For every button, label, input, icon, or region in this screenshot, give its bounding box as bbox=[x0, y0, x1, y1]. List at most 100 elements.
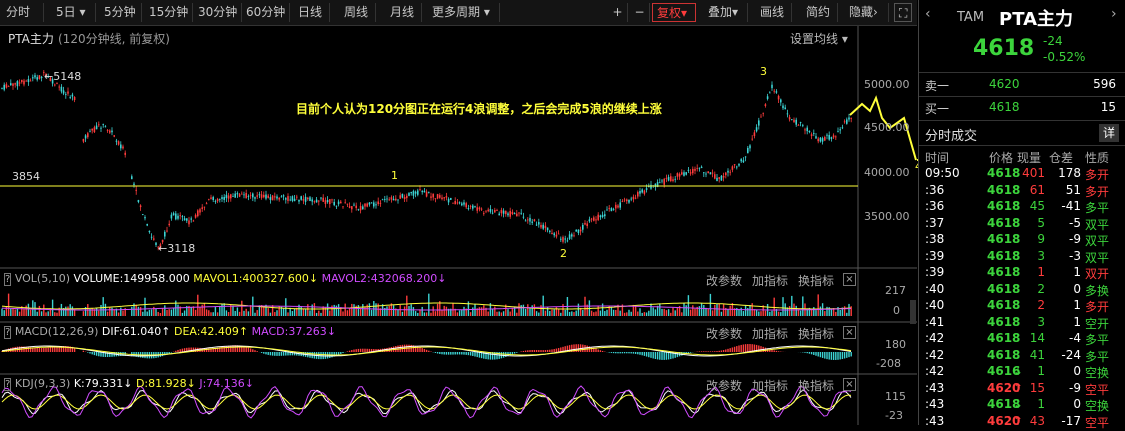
volume-bar bbox=[235, 311, 236, 316]
volume-bar bbox=[406, 296, 407, 316]
volume-bar bbox=[831, 309, 832, 316]
trade-row: :43462015-9空平↑ bbox=[919, 381, 1125, 398]
volume-bar bbox=[250, 305, 251, 316]
candle-body bbox=[109, 131, 111, 133]
kdj-change-params-button[interactable]: 改参数 bbox=[706, 377, 742, 394]
candle-body bbox=[490, 209, 492, 212]
macd-change-params-button[interactable]: 改参数 bbox=[706, 325, 742, 342]
candle-body bbox=[503, 211, 505, 214]
trade-row: :41461831空开 bbox=[919, 315, 1125, 332]
trade-time: :38 bbox=[925, 232, 944, 246]
volume-bar bbox=[655, 309, 656, 316]
candle-body bbox=[366, 203, 368, 206]
trade-oi-change: 0 bbox=[1047, 397, 1081, 411]
macd-bar bbox=[362, 349, 363, 352]
candle-body bbox=[261, 194, 263, 197]
candle-body bbox=[408, 193, 410, 196]
volume-bar bbox=[710, 294, 711, 316]
collapse-icon[interactable]: ? bbox=[4, 326, 11, 339]
macd-bar bbox=[39, 348, 40, 352]
next-symbol-icon[interactable]: › bbox=[1111, 6, 1117, 22]
macd-bar bbox=[578, 344, 579, 352]
volume-bar bbox=[408, 306, 409, 316]
macd-swap-indicator-button[interactable]: 换指标 bbox=[798, 325, 834, 342]
macd-bar bbox=[723, 350, 724, 352]
candle-body bbox=[153, 238, 155, 239]
kline-chart[interactable] bbox=[0, 0, 917, 425]
close-icon[interactable]: × bbox=[843, 378, 856, 391]
close-icon[interactable]: × bbox=[843, 273, 856, 286]
chevron-down-icon: ▾ bbox=[842, 32, 848, 46]
macd-add-indicator-button[interactable]: 加指标 bbox=[752, 325, 788, 342]
candle-body bbox=[824, 137, 826, 140]
candle-body bbox=[87, 133, 89, 137]
trade-volume: 1 bbox=[1019, 265, 1045, 279]
macd-bar bbox=[180, 349, 181, 352]
macd-bar bbox=[804, 352, 805, 353]
volume-bar bbox=[523, 305, 524, 316]
vol-change-params-button[interactable]: 改参数 bbox=[706, 272, 742, 289]
candle-body bbox=[569, 234, 571, 238]
candle-body bbox=[690, 172, 692, 173]
volume-bar bbox=[661, 309, 662, 316]
macd-bar bbox=[829, 352, 830, 360]
trade-volume: 2 bbox=[1019, 282, 1045, 296]
volume-bar bbox=[521, 305, 522, 316]
macd-bar bbox=[450, 352, 451, 355]
collapse-icon[interactable]: ? bbox=[4, 273, 11, 286]
trade-volume: 41 bbox=[1019, 348, 1045, 362]
candle-body bbox=[397, 200, 399, 201]
ma-settings-button[interactable]: 设置均线 ▾ bbox=[790, 30, 848, 47]
volume-bar bbox=[558, 309, 559, 316]
candle-body bbox=[754, 132, 756, 136]
volume-bar bbox=[215, 307, 216, 316]
volume-bar bbox=[197, 295, 198, 316]
macd-name: MACD(12,26,9) bbox=[15, 325, 99, 338]
candle-body bbox=[509, 211, 511, 217]
macd-bar bbox=[34, 348, 35, 352]
kdj-swap-indicator-button[interactable]: 换指标 bbox=[798, 377, 834, 394]
candle-body bbox=[212, 197, 214, 200]
candle-body bbox=[305, 197, 307, 202]
vol-swap-indicator-button[interactable]: 换指标 bbox=[798, 272, 834, 289]
volume-bar bbox=[334, 305, 335, 316]
trades-detail-button[interactable]: 详 bbox=[1099, 124, 1119, 142]
candle-body bbox=[65, 94, 67, 95]
macd-bar bbox=[441, 352, 442, 354]
kdj-add-indicator-button[interactable]: 加指标 bbox=[752, 377, 788, 394]
candle-body bbox=[740, 159, 742, 161]
volume-bar bbox=[637, 312, 638, 316]
macd-bar bbox=[100, 352, 101, 357]
macd-bar bbox=[270, 352, 271, 355]
candle-body bbox=[54, 85, 56, 86]
macd-bar bbox=[281, 352, 282, 356]
candle-body bbox=[254, 197, 256, 199]
candle-body bbox=[415, 192, 417, 194]
candle-body bbox=[850, 118, 852, 119]
macd-bar bbox=[340, 352, 341, 354]
close-icon[interactable]: × bbox=[843, 326, 856, 339]
volume-bar bbox=[681, 312, 682, 316]
volume-bar bbox=[562, 304, 563, 316]
high-price-value: 5148 bbox=[53, 70, 81, 83]
candle-body bbox=[239, 194, 241, 196]
candle-body bbox=[215, 201, 217, 202]
volume-bar bbox=[433, 306, 434, 316]
trade-oi-change: -17 bbox=[1047, 414, 1081, 428]
macd-bar bbox=[613, 352, 614, 353]
candle-body bbox=[452, 203, 454, 204]
trade-nature: 空平 bbox=[1085, 414, 1109, 431]
volume-bar bbox=[219, 306, 220, 316]
macd-bar bbox=[45, 348, 46, 352]
volume-bar bbox=[15, 309, 16, 316]
macd-bar bbox=[648, 352, 649, 357]
candle-body bbox=[329, 199, 331, 204]
candle-body bbox=[571, 234, 573, 236]
macd-bar bbox=[818, 352, 819, 356]
prev-symbol-icon[interactable]: ‹ bbox=[925, 6, 931, 22]
candle-body bbox=[322, 198, 324, 202]
collapse-icon[interactable]: ? bbox=[4, 378, 11, 391]
candle-body bbox=[459, 202, 461, 203]
vol-add-indicator-button[interactable]: 加指标 bbox=[752, 272, 788, 289]
trade-time: :43 bbox=[925, 414, 944, 428]
